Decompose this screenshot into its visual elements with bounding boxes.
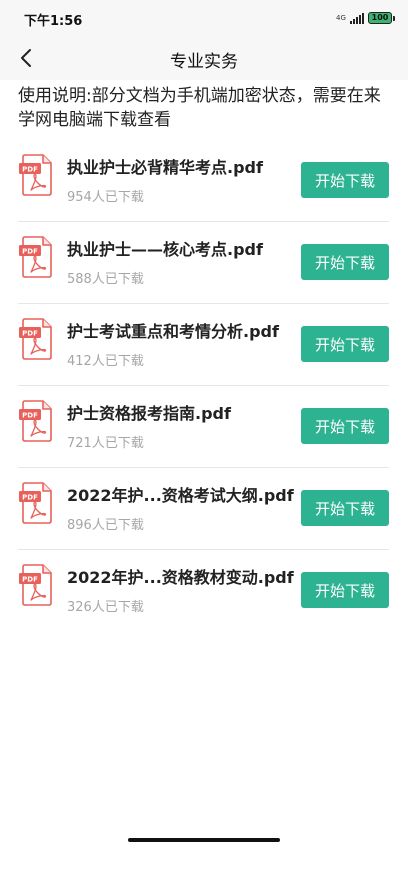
svg-text:PDF: PDF	[22, 166, 38, 174]
download-count: 412人已下载	[67, 354, 144, 369]
pdf-file-icon: PDF	[19, 564, 52, 606]
start-download-button[interactable]: 开始下载	[301, 326, 389, 362]
pdf-file-icon: PDF	[19, 318, 52, 360]
svg-text:PDF: PDF	[22, 412, 38, 420]
file-list-item[interactable]: PDF 执业护士——核心考点.pdf 588人已下载 开始下载	[18, 222, 389, 304]
battery-level: 100	[371, 13, 389, 22]
svg-text:PDF: PDF	[22, 576, 38, 584]
file-list: PDF 执业护士必背精华考点.pdf 954人已下载 开始下载 PDF 执业护士…	[0, 140, 408, 632]
file-list-item[interactable]: PDF 2022年护...资格考试大纲.pdf 896人已下载 开始下载	[18, 468, 389, 550]
file-list-item[interactable]: PDF 护士考试重点和考情分析.pdf 412人已下载 开始下载	[18, 304, 389, 386]
home-indicator[interactable]	[128, 838, 280, 842]
pdf-file-icon: PDF	[19, 482, 52, 524]
start-download-button[interactable]: 开始下载	[301, 244, 389, 280]
svg-text:PDF: PDF	[22, 248, 38, 256]
file-name: 2022年护...资格教材变动.pdf	[67, 568, 294, 587]
download-count: 721人已下载	[67, 436, 144, 451]
pdf-file-icon: PDF	[19, 236, 52, 278]
file-list-item[interactable]: PDF 执业护士必背精华考点.pdf 954人已下载 开始下载	[18, 140, 389, 222]
pdf-file-icon: PDF	[19, 400, 52, 442]
file-list-item[interactable]: PDF 2022年护...资格教材变动.pdf 326人已下载 开始下载	[18, 550, 389, 632]
svg-text:PDF: PDF	[22, 330, 38, 338]
download-count: 326人已下载	[67, 600, 144, 615]
file-name: 执业护士——核心考点.pdf	[67, 240, 263, 259]
start-download-button[interactable]: 开始下载	[301, 490, 389, 526]
pdf-file-icon: PDF	[19, 154, 52, 196]
start-download-button[interactable]: 开始下载	[301, 162, 389, 198]
network-type: 4G	[336, 13, 346, 22]
download-count: 954人已下载	[67, 190, 144, 205]
usage-notice: 使用说明:部分文档为手机端加密状态，需要在来学网电脑端下载查看	[18, 86, 381, 130]
start-download-button[interactable]: 开始下载	[301, 572, 389, 608]
nav-bar: 专业实务	[0, 36, 408, 80]
svg-text:PDF: PDF	[22, 494, 38, 502]
status-icons: 4G 100	[336, 10, 395, 26]
file-list-item[interactable]: PDF 护士资格报考指南.pdf 721人已下载 开始下载	[18, 386, 389, 468]
file-name: 执业护士必背精华考点.pdf	[67, 158, 263, 177]
page-title: 专业实务	[170, 52, 238, 72]
download-count: 588人已下载	[67, 272, 144, 287]
file-name: 护士资格报考指南.pdf	[67, 404, 231, 423]
battery-icon: 100	[368, 12, 395, 24]
status-time: 下午1:56	[24, 14, 83, 29]
start-download-button[interactable]: 开始下载	[301, 408, 389, 444]
signal-icon	[350, 12, 364, 24]
download-count: 896人已下载	[67, 518, 144, 533]
file-name: 护士考试重点和考情分析.pdf	[67, 322, 279, 341]
status-bar: 下午1:56 4G 100	[0, 0, 408, 36]
file-name: 2022年护...资格考试大纲.pdf	[67, 486, 294, 505]
